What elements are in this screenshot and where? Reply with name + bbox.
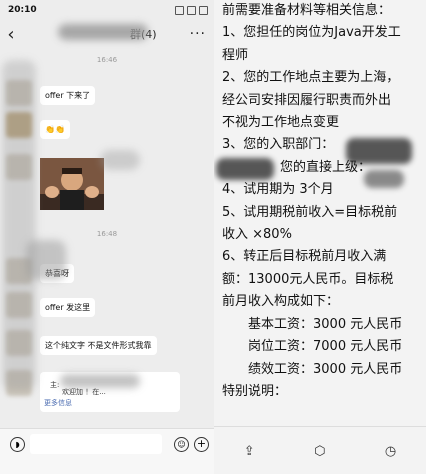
link-card-more[interactable]: 更多信息	[44, 398, 72, 408]
battery-icon	[199, 5, 208, 15]
document-text: 前需要准备材料等相关信息： 1、您担任的岗位为Java开发工 程师 2、您的工作…	[222, 0, 422, 403]
chat-input-bar: ◗ ☺ +	[0, 428, 214, 474]
back-icon[interactable]: ‹	[0, 24, 22, 45]
message-bubble[interactable]: 👏👏	[40, 120, 70, 139]
doc-line: 不视为工作地点变更	[222, 115, 340, 131]
message-bubble[interactable]: 这个纯文字 不是文件形式我靠	[40, 336, 157, 355]
redacted-area	[364, 170, 404, 188]
doc-line: 收入 ×80%	[222, 227, 292, 243]
redacted-avatar-column	[2, 60, 36, 390]
doc-line: 5、试用期税前收入=目标税前	[222, 204, 398, 220]
doc-line: 程师	[222, 47, 249, 63]
share-icon[interactable]: ⇪	[244, 444, 255, 459]
history-icon[interactable]: ◷	[385, 444, 396, 459]
wifi-icon	[187, 5, 196, 15]
signal-icon	[175, 5, 184, 15]
redacted-area	[26, 240, 66, 280]
status-bar: 20:10	[0, 0, 214, 20]
plus-icon[interactable]: +	[194, 437, 209, 452]
redacted-group-name	[58, 24, 148, 40]
document-panel: 前需要准备材料等相关信息： 1、您担任的岗位为Java开发工 程师 2、您的工作…	[214, 0, 426, 474]
message-bubble[interactable]: offer 下来了	[40, 86, 96, 105]
doc-line: 1、您担任的岗位为Java开发工	[222, 25, 401, 41]
doc-line: 基本工资：3000 元人民币	[248, 316, 403, 332]
doc-line: 6、转正后目标税前月收入满	[222, 249, 387, 265]
status-time: 20:10	[8, 5, 37, 15]
doc-line: 经公司安排因履行职责而外出	[222, 92, 392, 108]
link-card-line2: 欢迎加 ！在...	[62, 388, 106, 396]
image-message[interactable]	[40, 158, 104, 210]
redacted-area	[216, 158, 274, 180]
doc-line: 前需要准备材料等相关信息：	[222, 3, 392, 18]
message-bubble[interactable]: offer 发这里	[40, 298, 96, 317]
redacted-area	[60, 374, 140, 388]
redacted-area	[100, 150, 140, 170]
cube-icon[interactable]: ⬡	[314, 444, 325, 459]
doc-line: 岗位工资：7000 元人民币	[248, 339, 403, 355]
meme-photo	[40, 158, 104, 210]
chat-panel: 20:10 ‹ 群(4) ··· 16:46 offer 下来了 👏👏 16:4…	[0, 0, 214, 474]
doc-line: 绩效工资：3000 元人民币	[248, 361, 403, 377]
message-input[interactable]	[30, 434, 162, 454]
doc-line: 前月收入构成如下：	[222, 294, 340, 310]
doc-line: 特别说明：	[222, 383, 288, 399]
redacted-area	[346, 138, 412, 164]
doc-line: 额：13000元人民币。目标税	[222, 271, 394, 287]
doc-line: 2、您的工作地点主要为上海，	[222, 70, 400, 86]
emoji-icon[interactable]: ☺	[174, 437, 189, 452]
document-toolbar: ⇪ ⬡ ◷	[214, 426, 426, 474]
link-card-line1: 主:	[50, 381, 60, 389]
more-icon[interactable]: ···	[190, 26, 206, 42]
voice-icon[interactable]: ◗	[10, 437, 25, 452]
